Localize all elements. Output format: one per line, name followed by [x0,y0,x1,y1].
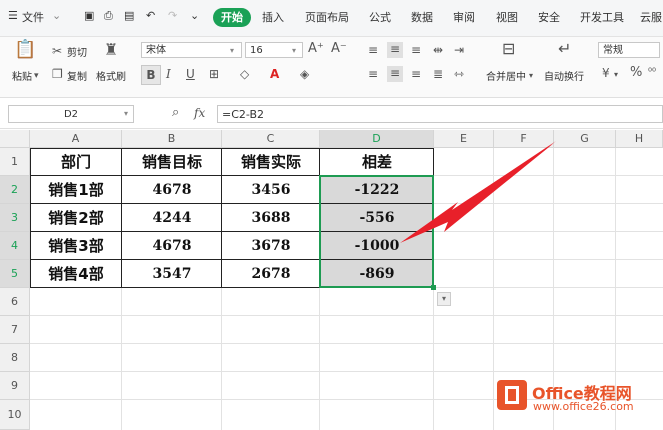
watermark-url: www.office26.com [533,400,634,413]
office-logo-icon [497,380,527,410]
red-arrow-icon [400,141,556,243]
